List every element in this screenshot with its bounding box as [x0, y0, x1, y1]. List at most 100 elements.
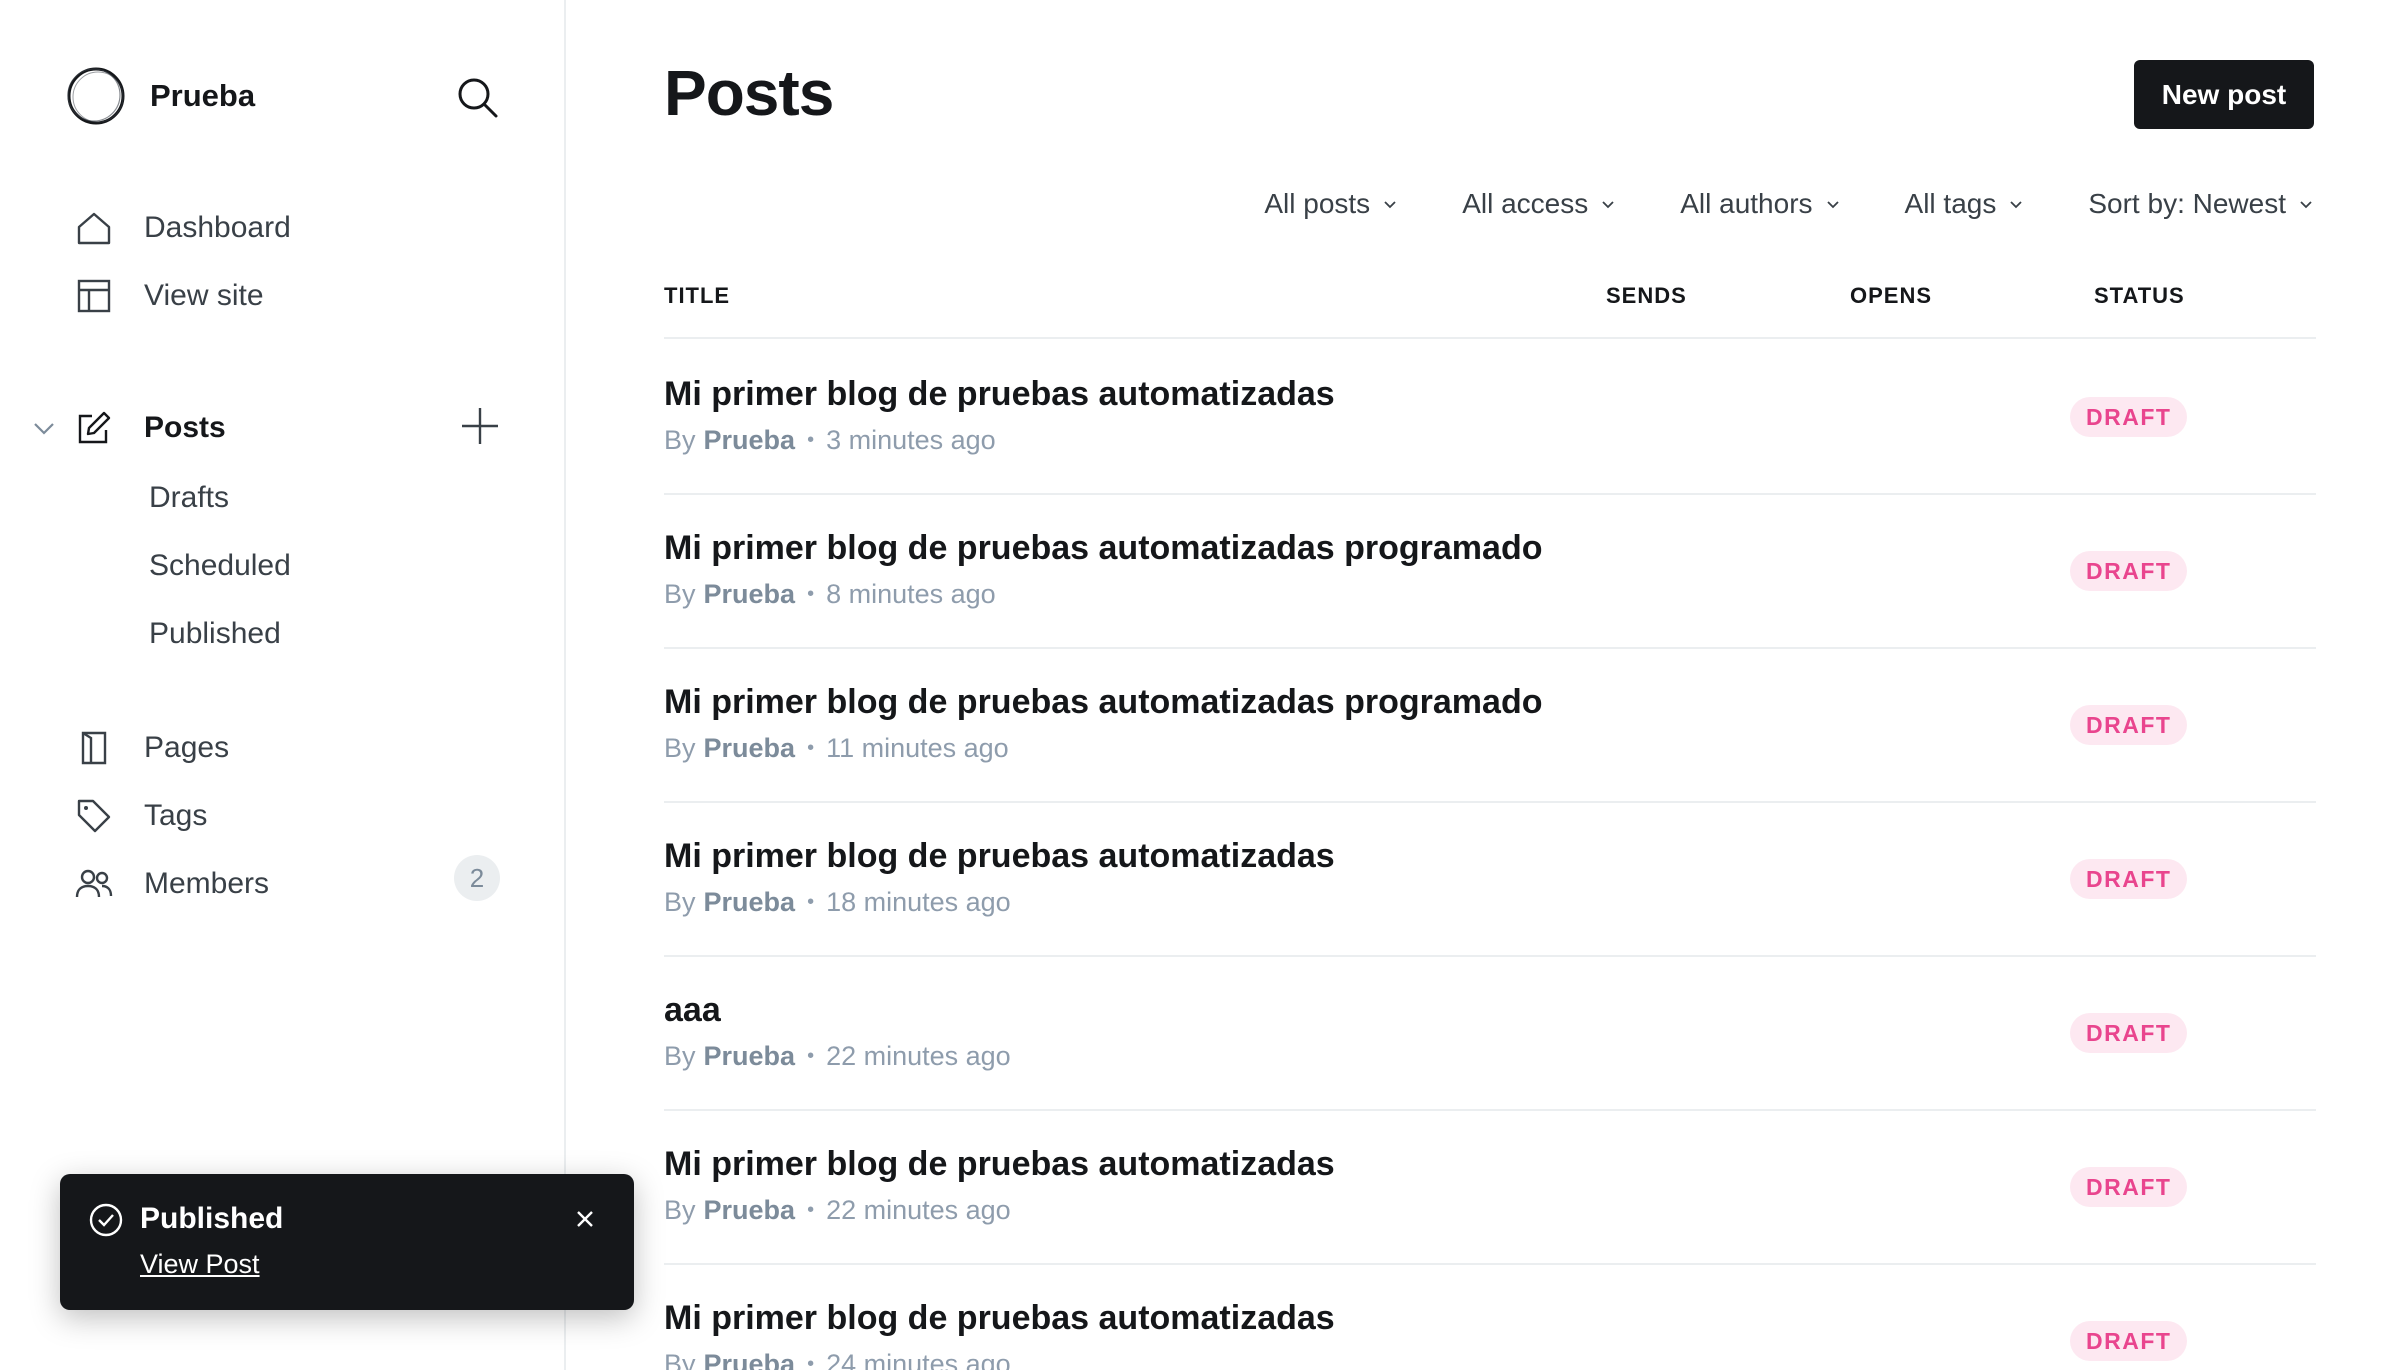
table-row[interactable]: Mi primer blog de pruebas automatizadas …: [664, 1111, 2316, 1265]
toast-view-post-link[interactable]: View Post: [140, 1249, 260, 1280]
post-time: 8 minutes ago: [826, 579, 996, 609]
post-title: Mi primer blog de pruebas automatizadas …: [664, 683, 1543, 721]
brand[interactable]: Prueba: [64, 64, 255, 128]
members-icon: [72, 862, 116, 906]
table-header: TITLE SENDS OPENS STATUS: [664, 283, 2316, 339]
post-time: 24 minutes ago: [826, 1349, 1011, 1370]
notification-toast: Published View Post: [60, 1174, 634, 1310]
by-label: By: [664, 425, 696, 455]
post-author: Prueba: [703, 1041, 796, 1071]
column-title: TITLE: [664, 283, 731, 308]
post-author: Prueba: [703, 733, 796, 763]
post-title: aaa: [664, 991, 721, 1029]
filter-type-label: All posts: [1264, 188, 1371, 219]
tag-icon: [72, 794, 116, 838]
check-circle-icon: [89, 1203, 123, 1237]
post-author: Prueba: [703, 425, 796, 455]
post-time: 3 minutes ago: [826, 425, 996, 455]
column-opens: OPENS: [1850, 283, 1933, 308]
nav-scheduled[interactable]: Scheduled: [149, 544, 291, 588]
filter-tags-label: All tags: [1904, 188, 1997, 219]
layout-icon: [72, 274, 116, 318]
search-icon[interactable]: [454, 74, 500, 120]
nav-pages[interactable]: Pages: [72, 722, 229, 774]
separator: •: [807, 583, 815, 605]
status-badge: DRAFT: [2070, 1013, 2188, 1053]
chevron-down-icon: [1826, 201, 1839, 209]
post-meta: By Prueba • 8 minutes ago: [664, 579, 996, 610]
filter-sort-label: Sort by: Newest: [2088, 188, 2286, 219]
plus-icon[interactable]: [458, 404, 502, 448]
home-icon: [72, 206, 116, 250]
filter-authors[interactable]: All authors: [1680, 188, 1840, 220]
page-title: Posts: [664, 57, 834, 129]
chevron-down-icon: [2300, 201, 2312, 209]
post-author: Prueba: [703, 1195, 796, 1225]
by-label: By: [664, 1349, 696, 1370]
table-row[interactable]: Mi primer blog de pruebas automatizadas …: [664, 341, 2316, 495]
chevron-down-icon: [1602, 201, 1614, 209]
post-title: Mi primer blog de pruebas automatizadas: [664, 375, 1335, 413]
nav-tags[interactable]: Tags: [72, 790, 207, 842]
post-author: Prueba: [703, 1349, 796, 1370]
nav-members-label: Members: [144, 867, 270, 900]
filter-bar: All posts All access All authors All tag…: [1200, 188, 2314, 220]
toast-title: Published: [140, 1202, 284, 1235]
post-title: Mi primer blog de pruebas automatizadas: [664, 1299, 1335, 1337]
post-meta: By Prueba • 24 minutes ago: [664, 1349, 1011, 1370]
table-row[interactable]: Mi primer blog de pruebas automatizadas …: [664, 649, 2316, 803]
post-time: 18 minutes ago: [826, 887, 1011, 917]
filter-tags[interactable]: All tags: [1905, 188, 2025, 220]
nav-tags-label: Tags: [144, 799, 208, 832]
status-badge: DRAFT: [2070, 1321, 2188, 1361]
table-row[interactable]: aaa By Prueba • 22 minutes ago DRAFT: [664, 957, 2316, 1111]
nav-drafts[interactable]: Drafts: [149, 476, 229, 520]
page-icon: [72, 726, 116, 770]
post-title: Mi primer blog de pruebas automatizadas …: [664, 529, 1543, 567]
nav-posts[interactable]: Posts: [72, 402, 226, 454]
table-row[interactable]: Mi primer blog de pruebas automatizadas …: [664, 495, 2316, 649]
post-meta: By Prueba • 3 minutes ago: [664, 425, 996, 456]
filter-authors-label: All authors: [1680, 188, 1813, 219]
sidebar: Prueba Dashboard View site Posts Drafts …: [0, 0, 634, 1370]
filter-access-label: All access: [1462, 188, 1589, 219]
separator: •: [807, 1199, 815, 1221]
by-label: By: [664, 1195, 696, 1225]
column-sends: SENDS: [1606, 283, 1687, 308]
new-post-button[interactable]: New post: [2134, 60, 2314, 129]
post-meta: By Prueba • 22 minutes ago: [664, 1041, 1011, 1072]
filter-access[interactable]: All access: [1462, 188, 1616, 220]
table-row[interactable]: Mi primer blog de pruebas automatizadas …: [664, 803, 2316, 957]
post-time: 22 minutes ago: [826, 1195, 1011, 1225]
by-label: By: [664, 733, 696, 763]
chevron-down-icon: [2010, 201, 2022, 209]
table-row[interactable]: Mi primer blog de pruebas automatizadas …: [664, 1265, 2316, 1370]
post-meta: By Prueba • 22 minutes ago: [664, 1195, 1011, 1226]
nav-dashboard[interactable]: Dashboard: [72, 202, 291, 254]
column-status: STATUS: [2094, 283, 2185, 308]
chevron-down-icon[interactable]: [30, 414, 58, 442]
filter-sort[interactable]: Sort by: Newest: [2088, 188, 2314, 220]
separator: •: [807, 891, 815, 913]
filter-type[interactable]: All posts: [1264, 188, 1398, 220]
separator: •: [807, 737, 815, 759]
separator: •: [807, 1045, 815, 1067]
nav-view-site[interactable]: View site: [72, 270, 264, 322]
post-title: Mi primer blog de pruebas automatizadas: [664, 837, 1335, 875]
edit-icon: [72, 406, 116, 450]
nav-view-site-label: View site: [144, 279, 264, 312]
by-label: By: [664, 887, 696, 917]
by-label: By: [664, 579, 696, 609]
post-meta: By Prueba • 11 minutes ago: [664, 733, 1009, 764]
post-title: Mi primer blog de pruebas automatizadas: [664, 1145, 1335, 1183]
status-badge: DRAFT: [2070, 705, 2188, 745]
post-author: Prueba: [703, 887, 796, 917]
nav-published[interactable]: Published: [149, 612, 281, 656]
logo-icon: [67, 67, 125, 125]
nav-posts-label: Posts: [144, 411, 226, 444]
post-author: Prueba: [703, 579, 796, 609]
separator: •: [807, 1353, 815, 1370]
status-badge: DRAFT: [2070, 397, 2188, 437]
posts-list: Mi primer blog de pruebas automatizadas …: [664, 341, 2316, 1370]
nav-members[interactable]: Members: [72, 858, 269, 910]
